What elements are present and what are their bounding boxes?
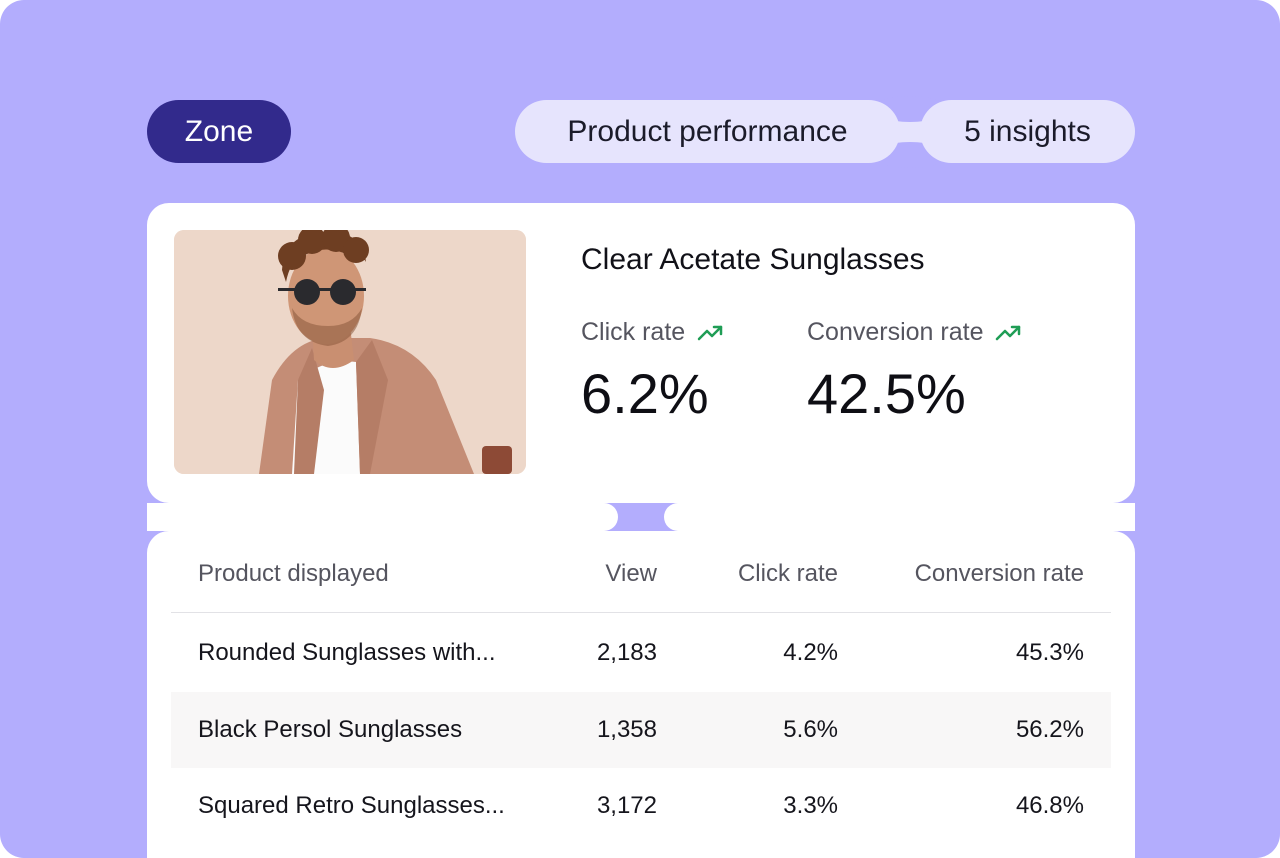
conversion-rate-value: 42.5%	[807, 362, 966, 425]
column-header-product[interactable]: Product displayed	[198, 560, 389, 588]
click-rate-cell: 4.2%	[783, 639, 838, 666]
table-row[interactable]: Rounded Sunglasses with... 2,183 4.2% 45…	[171, 615, 1111, 691]
view-cell: 2,183	[596, 639, 657, 666]
conversion-rate-metric: Conversion rate 42.5%	[807, 318, 1023, 426]
table-header: Product displayed View Click rate Conver…	[171, 535, 1111, 613]
card-connector-right	[664, 503, 1135, 531]
view-cell: 3,172	[596, 792, 657, 819]
table-row[interactable]: Squared Retro Sunglasses... 3,172 3.3% 4…	[171, 768, 1111, 844]
zone-label: Zone	[184, 114, 254, 148]
products-table-card: Product displayed View Click rate Conver…	[147, 531, 1135, 858]
column-header-click-rate[interactable]: Click rate	[738, 560, 838, 588]
click-rate-cell: 3.3%	[783, 792, 838, 819]
trending-up-icon	[996, 325, 1021, 340]
click-rate-value: 6.2%	[581, 362, 709, 425]
table-row[interactable]: Black Persol Sunglasses 1,358 5.6% 56.2%	[171, 692, 1111, 768]
product-name-cell: Black Persol Sunglasses	[198, 716, 463, 743]
column-header-view[interactable]: View	[605, 560, 657, 588]
click-rate-metric: Click rate 6.2%	[581, 318, 725, 426]
product-performance-label: Product performance	[567, 114, 848, 148]
card-connector-left	[147, 503, 618, 531]
product-title: Clear Acetate Sunglasses	[581, 243, 925, 276]
column-header-conversion-rate[interactable]: Conversion rate	[915, 560, 1084, 588]
product-name-cell: Rounded Sunglasses with...	[198, 639, 496, 666]
trending-up-icon	[697, 325, 723, 340]
product-performance-chip[interactable]: Product performance	[515, 100, 900, 163]
canvas: Zone Product performance 5 insights Clea…	[0, 0, 1280, 858]
product-card: Clear Acetate Sunglasses Click rate 6.2%…	[147, 203, 1135, 503]
conversion-rate-cell: 56.2%	[1015, 716, 1084, 743]
product-photo	[174, 230, 526, 474]
conversion-rate-cell: 45.3%	[1015, 639, 1084, 666]
model-wearing-sunglasses-image	[174, 230, 526, 474]
click-rate-label: Click rate	[581, 318, 686, 346]
product-name-cell: Squared Retro Sunglasses...	[198, 792, 505, 819]
view-cell: 1,358	[596, 716, 657, 743]
conversion-rate-label: Conversion rate	[807, 318, 984, 346]
insights-label: 5 insights	[964, 114, 1091, 148]
conversion-rate-cell: 46.8%	[1015, 792, 1084, 819]
insights-chip[interactable]: 5 insights	[920, 100, 1135, 163]
click-rate-cell: 5.6%	[783, 716, 838, 743]
zone-badge[interactable]: Zone	[147, 100, 291, 163]
